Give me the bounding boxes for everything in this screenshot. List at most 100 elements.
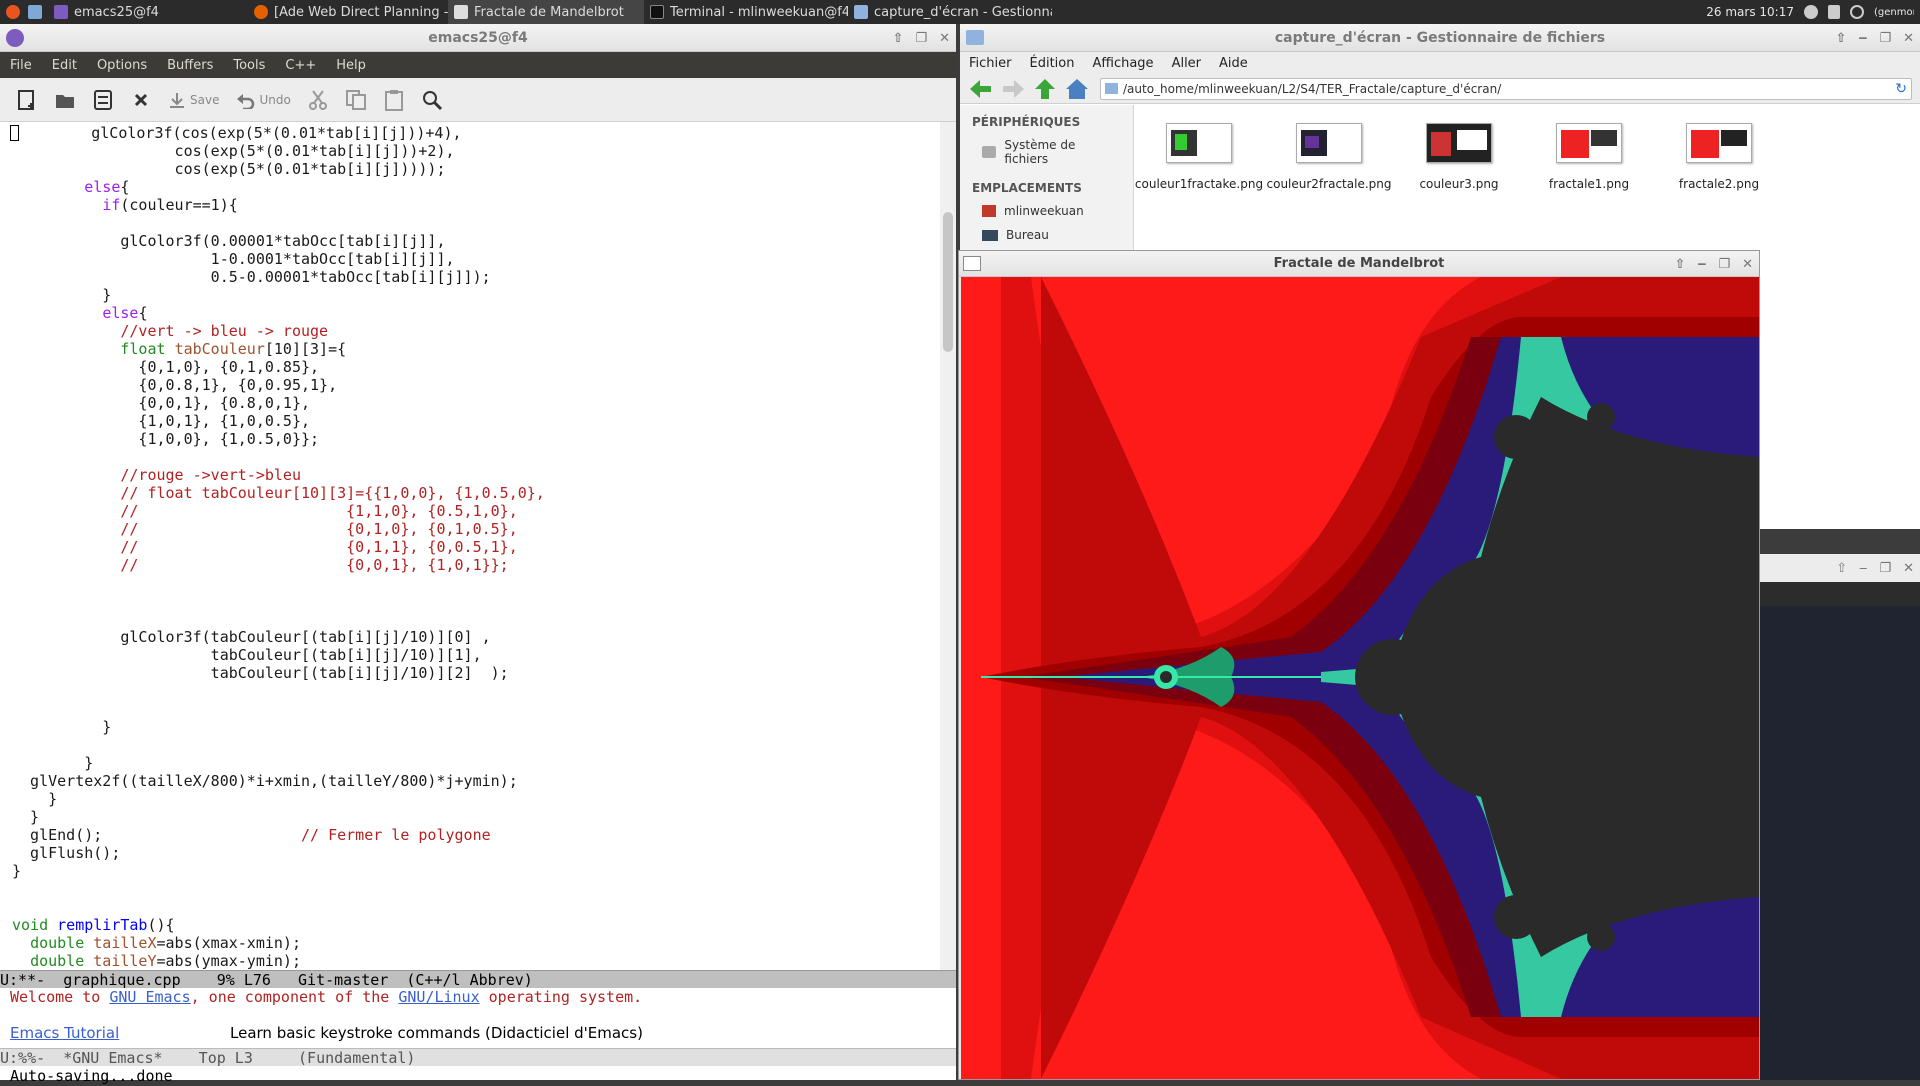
desktop-icon: [982, 229, 998, 241]
clipboard-icon: [384, 89, 403, 111]
minimize-icon[interactable]: ‒: [1697, 257, 1706, 272]
maximize-icon[interactable]: ❐: [1718, 257, 1730, 272]
close-icon[interactable]: ✕: [1903, 561, 1914, 576]
sidebar-item-home[interactable]: mlinweekuan: [960, 199, 1133, 223]
scissors-icon: [308, 89, 327, 110]
file-item[interactable]: fractale2.png: [1654, 123, 1784, 191]
copy-button[interactable]: [339, 84, 373, 116]
scrollbar-thumb[interactable]: [943, 212, 953, 352]
kill-buffer-button[interactable]: [124, 84, 158, 116]
fm-menu-edition[interactable]: Édition: [1021, 56, 1084, 71]
minimize-icon[interactable]: ‒: [1859, 561, 1867, 576]
genmon-label: (genmon)XXX: [1874, 6, 1914, 18]
terminal-icon: [650, 5, 664, 19]
file-item[interactable]: couleur2fractale.png: [1264, 123, 1394, 191]
shade-icon[interactable]: ⇧: [893, 31, 904, 46]
image-thumbnail: [1166, 123, 1232, 163]
fm-menu-aide[interactable]: Aide: [1210, 56, 1257, 71]
file-manager-launcher-icon[interactable]: [22, 0, 48, 24]
maximize-icon[interactable]: ❐: [1879, 561, 1891, 576]
new-file-button[interactable]: [10, 84, 44, 116]
lock-icon[interactable]: [1828, 5, 1840, 19]
drive-icon: [982, 146, 997, 158]
folder-icon: [966, 30, 984, 45]
task-fractal[interactable]: Fractale de Mandelbrot: [448, 0, 644, 24]
shade-icon[interactable]: ⇧: [1674, 257, 1685, 272]
fm-menubar: Fichier Édition Affichage Aller Aide: [960, 52, 1920, 74]
task-terminal[interactable]: Terminal - mlinweekuan@f4: ...: [644, 0, 848, 24]
emacs-window: emacs25@f4 ⇧ ❐ ✕ File Edit Options Buffers…: [0, 24, 956, 1085]
fm-menu-aller[interactable]: Aller: [1163, 56, 1210, 71]
emacs-tutorial-link[interactable]: Emacs Tutorial: [10, 1024, 230, 1042]
code-buffer[interactable]: glColor3f(cos(exp(5*(0.01*tab[i][j]))+4)…: [0, 122, 940, 972]
copy-icon: [345, 89, 366, 110]
maximize-icon[interactable]: ❐: [915, 31, 927, 46]
fm-menu-affichage[interactable]: Affichage: [1083, 56, 1162, 71]
file-item[interactable]: couleur3.png: [1394, 123, 1524, 191]
clock[interactable]: 26 mars 10:17: [1706, 5, 1794, 19]
task-browser[interactable]: [Ade Web Direct Planning - 6....: [248, 0, 448, 24]
open-folder-icon: [56, 94, 74, 108]
menu-file[interactable]: File: [0, 58, 42, 73]
mandelbrot-render[interactable]: [961, 277, 1759, 1079]
ubuntu-menu-icon[interactable]: [0, 0, 22, 24]
location-bar[interactable]: /auto_home/mlinweekuan/L2/S4/TER_Fractal…: [1100, 78, 1912, 100]
menu-cpp[interactable]: C++: [275, 58, 326, 73]
menu-tools[interactable]: Tools: [223, 58, 275, 73]
refresh-icon[interactable]: ↻: [1895, 79, 1907, 99]
menu-help[interactable]: Help: [326, 58, 376, 73]
sidebar-item-desktop[interactable]: Bureau: [960, 223, 1133, 247]
code-scrollbar[interactable]: [940, 122, 956, 972]
emacs-window-title: emacs25@f4: [428, 29, 528, 46]
menu-buffers[interactable]: Buffers: [157, 58, 223, 73]
paste-button[interactable]: [377, 84, 411, 116]
sidebar-item-filesystem[interactable]: Système de fichiers: [960, 133, 1133, 171]
minibuffer[interactable]: Auto-saving...done: [0, 1066, 956, 1086]
task-emacs[interactable]: emacs25@f4: [48, 0, 248, 24]
file-item[interactable]: fractale1.png: [1524, 123, 1654, 191]
open-file-button[interactable]: [48, 84, 82, 116]
gnu-emacs-buffer[interactable]: Welcome to GNU Emacs, one component of t…: [0, 988, 940, 1048]
emacs-titlebar[interactable]: emacs25@f4 ⇧ ❐ ✕: [0, 24, 956, 52]
menu-edit[interactable]: Edit: [42, 58, 87, 73]
forward-arrow-icon[interactable]: [1000, 77, 1026, 101]
save-button[interactable]: Save: [162, 84, 225, 116]
help-icon[interactable]: [1804, 5, 1818, 19]
top-panel: emacs25@f4 [Ade Web Direct Planning - 6.…: [0, 0, 1920, 24]
mode-line-code: U:**- graphique.cpp 9% L76 Git-master (C…: [0, 970, 956, 989]
emacs-app-icon: [6, 29, 24, 47]
up-arrow-icon[interactable]: [1032, 77, 1058, 101]
maximize-icon[interactable]: ❐: [1879, 31, 1891, 46]
home-icon[interactable]: [1064, 77, 1090, 101]
save-icon: [170, 92, 184, 108]
folder-icon: [1105, 83, 1118, 94]
folder-icon: [854, 5, 868, 19]
fm-titlebar[interactable]: capture_d'écran - Gestionnaire de fichie…: [960, 24, 1920, 52]
gnu-emacs-link[interactable]: GNU Emacs: [109, 988, 190, 1006]
shade-icon[interactable]: ⇧: [1836, 561, 1847, 576]
new-file-icon: [18, 89, 34, 110]
close-x-icon: [134, 93, 148, 106]
search-button[interactable]: [415, 84, 449, 116]
back-arrow-icon[interactable]: [968, 77, 994, 101]
dired-button[interactable]: [86, 84, 120, 116]
close-icon[interactable]: ✕: [1903, 31, 1914, 46]
close-icon[interactable]: ✕: [1742, 257, 1753, 272]
file-item[interactable]: couleur1fractake.png: [1134, 123, 1264, 191]
cursor: [10, 125, 19, 141]
emacs-menubar: File Edit Options Buffers Tools C++ Help: [0, 52, 956, 78]
gnu-linux-link[interactable]: GNU/Linux: [398, 988, 479, 1006]
close-icon[interactable]: ✕: [939, 31, 950, 46]
cut-button[interactable]: [301, 84, 335, 116]
fm-menu-fichier[interactable]: Fichier: [960, 56, 1021, 71]
fractal-titlebar[interactable]: Fractale de Mandelbrot ⇧ ‒ ❐ ✕: [959, 251, 1759, 277]
terminal-titlebar[interactable]: ⇧ ‒ ❐ ✕: [1758, 554, 1920, 582]
task-file-manager[interactable]: capture_d'écran - Gestionnai...: [848, 0, 1052, 24]
menu-options[interactable]: Options: [87, 58, 157, 73]
firefox-icon: [254, 5, 268, 19]
terminal-window[interactable]: ⇧ ‒ ❐ ✕: [1758, 554, 1920, 1080]
undo-button[interactable]: Undo: [229, 84, 296, 116]
power-icon[interactable]: [1850, 5, 1864, 19]
minimize-icon[interactable]: ‒: [1858, 31, 1867, 46]
shade-icon[interactable]: ⇧: [1835, 31, 1846, 46]
